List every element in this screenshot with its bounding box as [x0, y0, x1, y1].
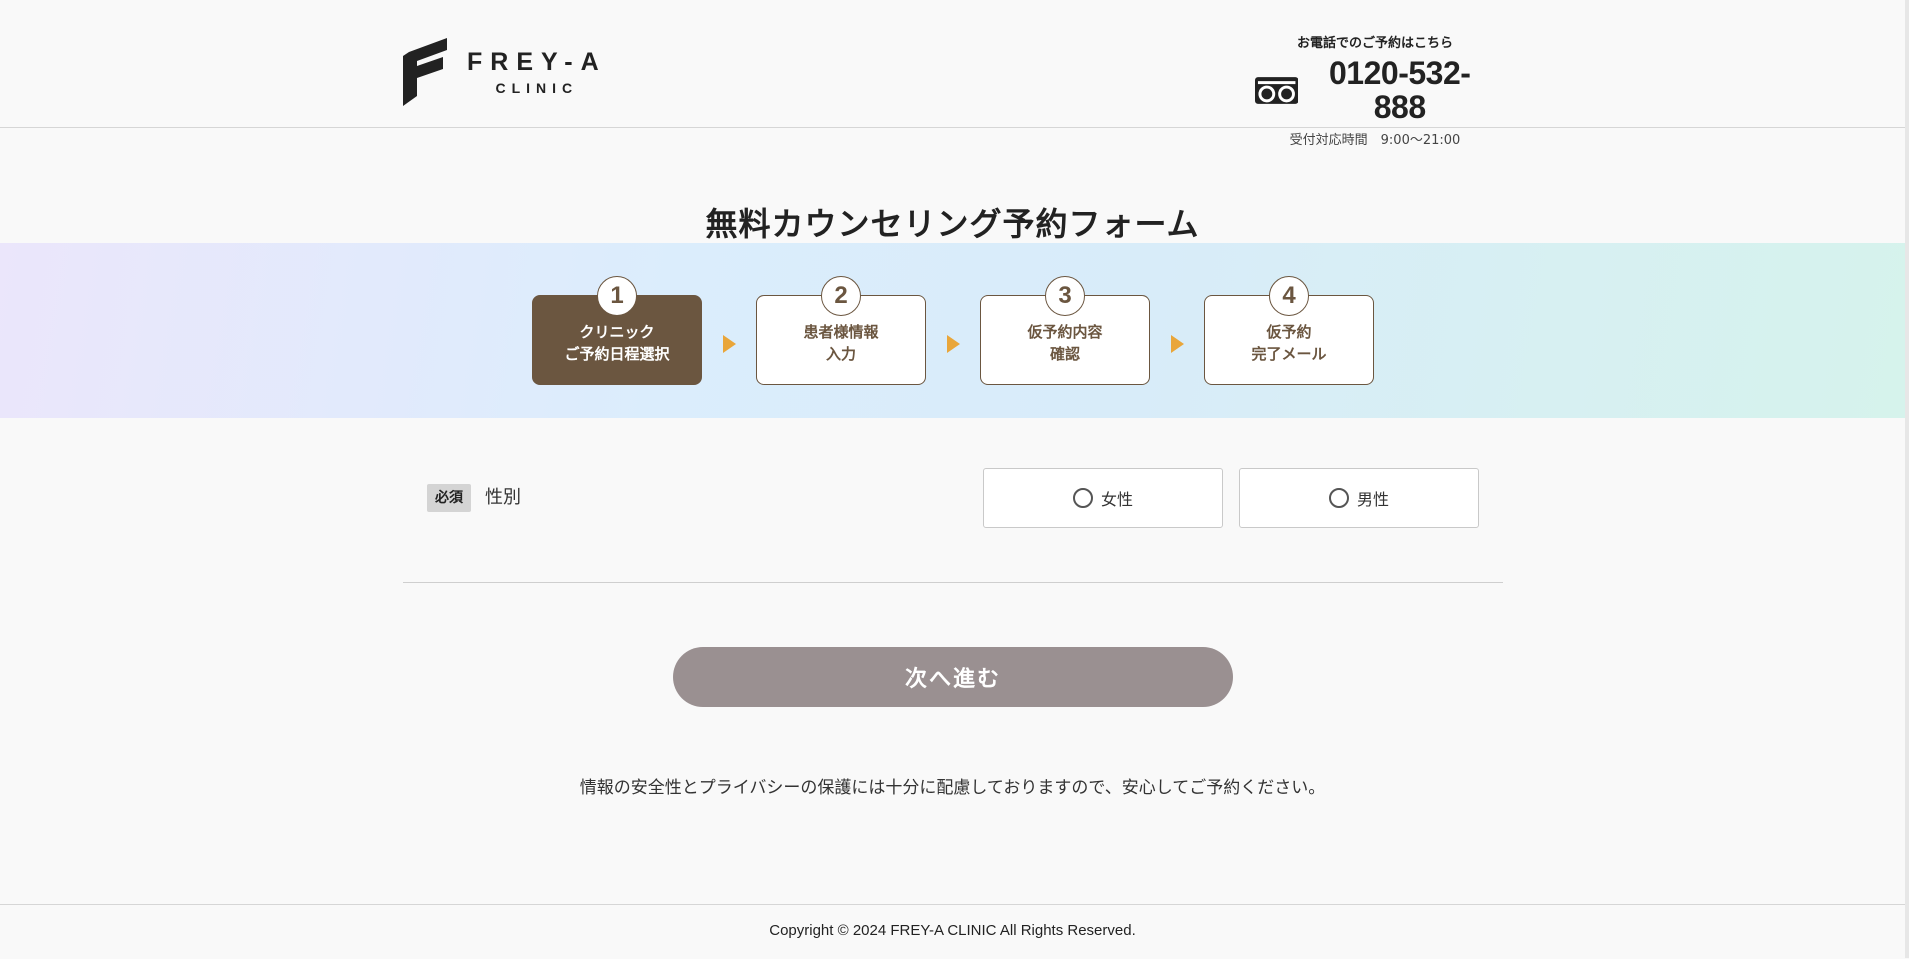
phone-caption: お電話でのご予約はこちら	[1296, 36, 1453, 51]
step-number: 4	[1269, 276, 1309, 316]
phone-contact: お電話でのご予約はこちら 0120-532-888 受付対応時間 9:00〜21…	[1255, 34, 1495, 148]
logo-name: FREY-A	[467, 48, 607, 76]
logo-mark-icon	[403, 38, 447, 106]
phone-number[interactable]: 0120-532-888	[1304, 56, 1495, 124]
progress-steps: 1 クリニック ご予約日程選択 2 患者様情報 入力 3 仮予約内容 確認 4 …	[0, 243, 1905, 418]
step-label-line1: 仮予約内容	[1027, 323, 1103, 341]
step-4-complete-mail: 4 仮予約 完了メール	[1204, 276, 1374, 385]
step-arrow-icon	[723, 335, 736, 353]
page-title: 無料カウンセリング予約フォーム	[705, 205, 1200, 244]
gender-option-male[interactable]: 男性	[1239, 468, 1479, 528]
logo-subtitle: CLINIC	[495, 80, 579, 96]
freedial-icon	[1255, 76, 1299, 104]
logo-wordmark: FREY-A CLINIC	[467, 48, 607, 96]
copyright: Copyright © 2024 FREY-A CLINIC All Right…	[769, 922, 1136, 939]
site-header: FREY-A CLINIC お電話でのご予約はこちら 0120-532-888 …	[0, 0, 1905, 148]
site-footer: Copyright © 2024 FREY-A CLINIC All Right…	[0, 904, 1905, 959]
radio-label: 女性	[1100, 490, 1133, 509]
radio-label: 男性	[1356, 490, 1389, 509]
step-2-patient-info: 2 患者様情報 入力	[756, 276, 926, 385]
step-label-line2: ご予約日程選択	[564, 345, 670, 363]
form-divider	[403, 582, 1503, 583]
scrollbar-track[interactable]	[1905, 0, 1909, 958]
step-arrow-icon	[947, 335, 960, 353]
radio-unchecked-icon[interactable]	[1072, 488, 1093, 508]
gender-field: 必須 性別 女性 男性	[403, 468, 1503, 528]
phone-hours: 受付対応時間 9:00〜21:00	[1289, 133, 1461, 148]
step-label-line1: 仮予約	[1266, 323, 1312, 341]
radio-unchecked-icon[interactable]	[1328, 488, 1349, 508]
next-button[interactable]: 次へ進む	[673, 647, 1233, 707]
step-label-line2: 入力	[825, 345, 856, 363]
phone-row[interactable]: 0120-532-888	[1255, 56, 1495, 124]
privacy-note: 情報の安全性とプライバシーの保護には十分に配慮しておりますので、安心してご予約く…	[579, 778, 1326, 798]
step-number: 3	[1045, 276, 1085, 316]
step-1-schedule: 1 クリニック ご予約日程選択	[532, 276, 702, 385]
step-label-line1: クリニック	[579, 323, 655, 341]
step-number: 2	[821, 276, 861, 316]
step-arrow-icon	[1171, 335, 1184, 353]
required-badge: 必須	[427, 484, 471, 512]
step-label-line2: 確認	[1049, 345, 1080, 363]
gender-label: 性別	[485, 487, 521, 508]
step-3-confirm: 3 仮予約内容 確認	[980, 276, 1150, 385]
clinic-logo[interactable]: FREY-A CLINIC	[403, 38, 607, 106]
gender-option-female[interactable]: 女性	[983, 468, 1223, 528]
step-label-line2: 完了メール	[1251, 345, 1327, 363]
step-label-line1: 患者様情報	[803, 323, 879, 341]
step-number: 1	[597, 276, 637, 316]
